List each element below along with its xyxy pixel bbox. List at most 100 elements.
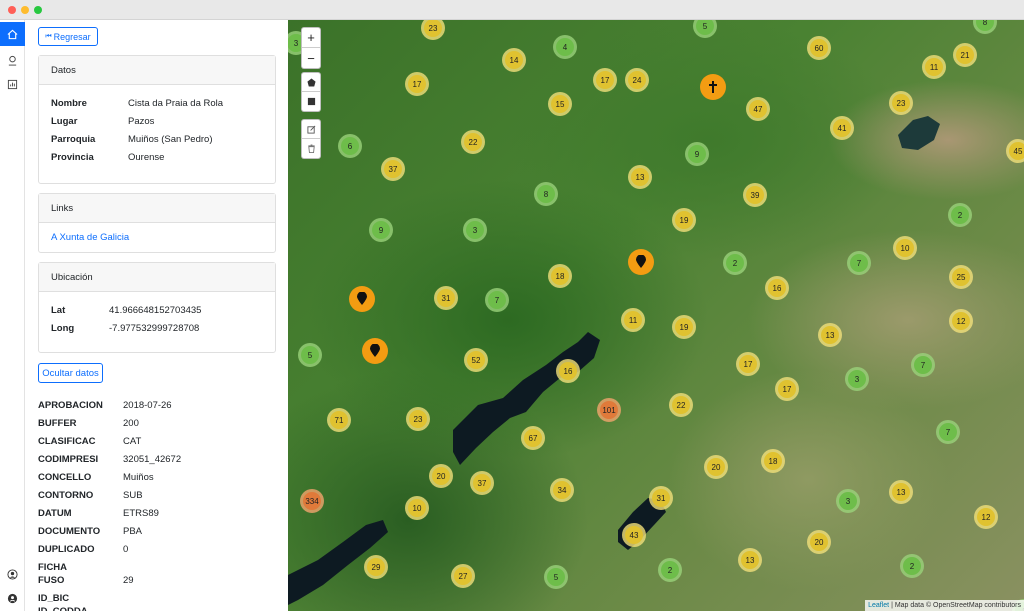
marker-cluster[interactable]: 9 <box>685 142 709 166</box>
marker-cluster[interactable]: 39 <box>743 183 767 207</box>
marker-cluster[interactable]: 9 <box>369 218 393 242</box>
marker-cluster[interactable]: 41 <box>830 116 854 140</box>
marker-cluster[interactable]: 13 <box>818 323 842 347</box>
home-button[interactable] <box>0 22 25 46</box>
marker-cluster[interactable]: 13 <box>628 165 652 189</box>
zoom-in-button[interactable]: + <box>302 28 320 48</box>
marker-cluster[interactable]: 10 <box>893 236 917 260</box>
marker-cluster[interactable]: 13 <box>889 480 913 504</box>
marker-cluster[interactable]: 17 <box>736 352 760 376</box>
marker-cluster[interactable]: 101 <box>597 398 621 422</box>
leaflet-link[interactable]: Leaflet <box>868 602 889 609</box>
marker-cluster[interactable]: 22 <box>669 393 693 417</box>
marker-cluster[interactable]: 22 <box>461 130 485 154</box>
marker-cluster[interactable]: 18 <box>761 449 785 473</box>
hide-data-button[interactable]: Ocultar datos <box>38 363 103 383</box>
marker-cluster[interactable]: 21 <box>953 43 977 67</box>
marker-cluster[interactable]: 2 <box>900 554 924 578</box>
cluster-count: 19 <box>675 211 693 229</box>
site-marker[interactable] <box>362 338 388 364</box>
marker-cluster[interactable]: 18 <box>548 264 572 288</box>
marker-cluster[interactable]: 6 <box>338 134 362 158</box>
close-window-button[interactable] <box>8 6 16 14</box>
marker-cluster[interactable]: 52 <box>464 348 488 372</box>
marker-cluster[interactable]: 20 <box>429 464 453 488</box>
marker-cluster[interactable]: 15 <box>548 92 572 116</box>
site-marker[interactable] <box>349 286 375 312</box>
zoom-out-button[interactable]: − <box>302 48 320 68</box>
marker-cluster[interactable]: 3 <box>463 218 487 242</box>
report-icon <box>7 79 18 89</box>
edit-layers-button[interactable] <box>302 120 320 139</box>
marker-cluster[interactable]: 16 <box>556 359 580 383</box>
delete-layers-button[interactable] <box>302 139 320 158</box>
marker-cluster[interactable]: 43 <box>622 523 646 547</box>
marker-cluster[interactable]: 29 <box>364 555 388 579</box>
settings-button[interactable] <box>0 586 25 610</box>
marker-cluster[interactable]: 12 <box>949 309 973 333</box>
marker-cluster[interactable]: 5 <box>544 565 568 589</box>
marker-cluster[interactable]: 5 <box>298 343 322 367</box>
xunta-link[interactable]: A Xunta de Galicia <box>51 232 129 243</box>
marker-cluster[interactable]: 27 <box>451 564 475 588</box>
marker-cluster[interactable]: 45 <box>1006 139 1024 163</box>
church-marker[interactable] <box>700 74 726 100</box>
marker-cluster[interactable]: 12 <box>974 505 998 529</box>
marker-cluster[interactable]: 4 <box>553 35 577 59</box>
back-button[interactable]: ⏮ Regresar <box>38 27 98 46</box>
cluster-count: 39 <box>746 186 764 204</box>
marker-cluster[interactable]: 14 <box>502 48 526 72</box>
marker-cluster[interactable]: 19 <box>672 315 696 339</box>
marker-cluster[interactable]: 37 <box>381 157 405 181</box>
maximize-window-button[interactable] <box>34 6 42 14</box>
marker-cluster[interactable]: 10 <box>405 496 429 520</box>
marker-cluster[interactable]: 19 <box>672 208 696 232</box>
site-marker[interactable] <box>628 249 654 275</box>
ubicacion-card-title: Ubicación <box>39 263 275 292</box>
marker-cluster[interactable]: 25 <box>949 265 973 289</box>
marker-cluster[interactable]: 31 <box>434 286 458 310</box>
cluster-count: 37 <box>473 474 491 492</box>
marker-cluster[interactable]: 20 <box>704 455 728 479</box>
marker-cluster[interactable]: 67 <box>521 426 545 450</box>
marker-cluster[interactable]: 47 <box>746 97 770 121</box>
marker-cluster[interactable]: 13 <box>738 548 762 572</box>
attr-value: 2018-07-26 <box>123 400 172 411</box>
report-button[interactable] <box>0 72 25 96</box>
marker-cluster[interactable]: 334 <box>300 489 324 513</box>
attr-value: 29 <box>123 575 134 586</box>
marker-cluster[interactable]: 7 <box>936 420 960 444</box>
minimize-window-button[interactable] <box>21 6 29 14</box>
marker-cluster[interactable]: 37 <box>470 471 494 495</box>
marker-cluster[interactable]: 31 <box>649 486 673 510</box>
marker-cluster[interactable]: 71 <box>327 408 351 432</box>
marker-cluster[interactable]: 3 <box>836 489 860 513</box>
user-button[interactable] <box>0 562 25 586</box>
location-button[interactable] <box>0 48 25 72</box>
marker-cluster[interactable]: 2 <box>723 251 747 275</box>
marker-cluster[interactable]: 16 <box>765 276 789 300</box>
marker-cluster[interactable]: 8 <box>534 182 558 206</box>
marker-cluster[interactable]: 20 <box>807 530 831 554</box>
marker-cluster[interactable]: 2 <box>658 558 682 582</box>
cluster-count: 7 <box>850 254 868 272</box>
marker-cluster[interactable]: 24 <box>625 68 649 92</box>
marker-cluster[interactable]: 7 <box>911 353 935 377</box>
marker-cluster[interactable]: 17 <box>775 377 799 401</box>
marker-cluster[interactable]: 60 <box>807 36 831 60</box>
marker-cluster[interactable]: 11 <box>621 308 645 332</box>
marker-cluster[interactable]: 2 <box>948 203 972 227</box>
marker-cluster[interactable]: 23 <box>889 91 913 115</box>
marker-cluster[interactable]: 7 <box>485 288 509 312</box>
marker-cluster[interactable]: 7 <box>847 251 871 275</box>
marker-cluster[interactable]: 3 <box>845 367 869 391</box>
marker-cluster[interactable]: 34 <box>550 478 574 502</box>
marker-cluster[interactable]: 17 <box>593 68 617 92</box>
marker-cluster[interactable]: 17 <box>405 72 429 96</box>
draw-rectangle-button[interactable] <box>302 92 320 111</box>
marker-cluster[interactable]: 11 <box>922 55 946 79</box>
marker-cluster[interactable]: 23 <box>406 407 430 431</box>
draw-polygon-button[interactable] <box>302 73 320 92</box>
map-view[interactable]: 23 17 5 4 14 60 8 3 11 21 17 24 15 47 23 41 45 6 22 9 37 13 8 3… <box>288 20 1024 611</box>
long-value: -7.977532999728708 <box>109 323 200 334</box>
